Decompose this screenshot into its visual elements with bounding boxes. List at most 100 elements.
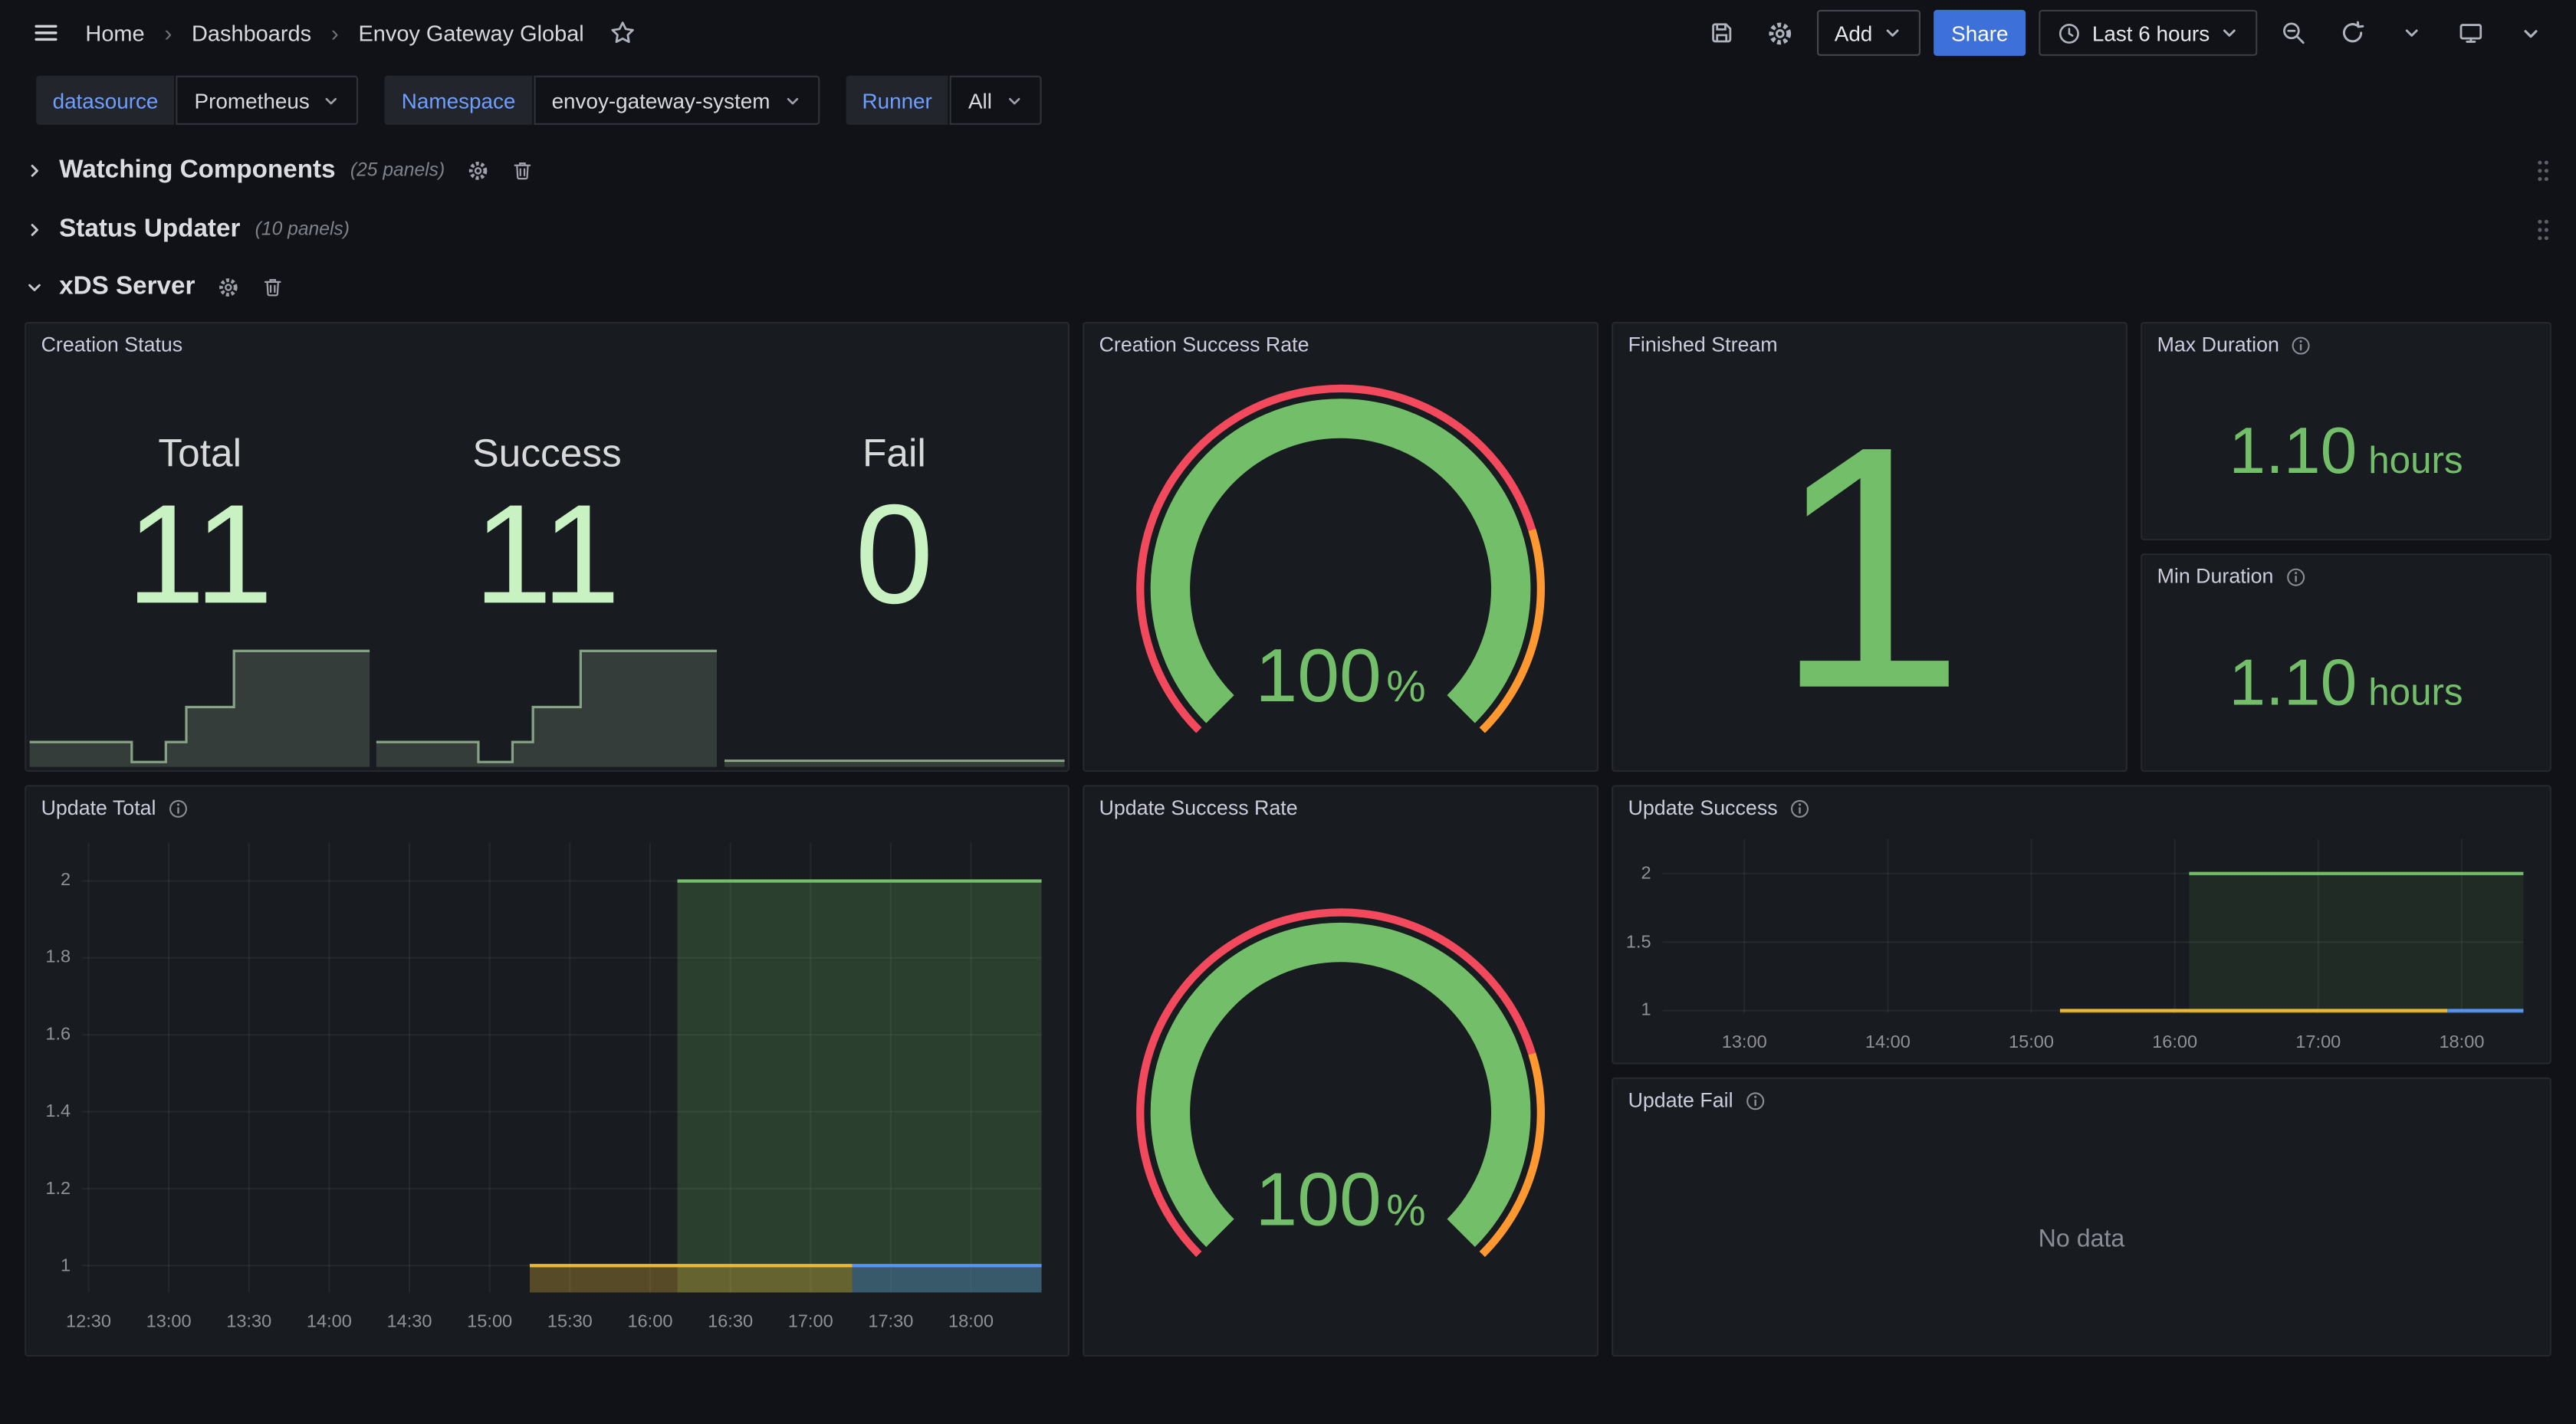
gauge-unit: % <box>1386 662 1425 711</box>
panel-info-button[interactable] <box>1789 797 1811 819</box>
menu-toggle-button[interactable] <box>23 10 69 56</box>
panel-min-duration: Min Duration 1.10 hours <box>2141 553 2551 772</box>
stat-value: 0 <box>721 484 1068 625</box>
x-axis-tick: 16:00 <box>2134 1033 2216 1053</box>
x-axis-tick: 17:30 <box>849 1312 932 1332</box>
trash-icon <box>261 276 284 299</box>
stat-total[interactable]: Total 11 <box>26 366 373 770</box>
x-axis-tick: 15:30 <box>529 1312 611 1332</box>
gear-icon <box>1766 19 1794 47</box>
panel-info-button[interactable] <box>2285 566 2306 587</box>
gauge-value: 100% <box>1104 631 1577 720</box>
info-icon <box>2285 566 2306 587</box>
panel-max-duration: Max Duration 1.10 hours <box>2141 322 2551 540</box>
panel-header[interactable]: Update Fail <box>1613 1079 2549 1122</box>
favorite-star-button[interactable] <box>600 10 646 56</box>
stat-success[interactable]: Success 11 <box>373 366 721 770</box>
duration-number: 1.10 <box>2229 415 2357 489</box>
row-drag-handle[interactable] <box>2535 217 2551 243</box>
variables-bar: datasource Prometheus Namespace envoy-ga… <box>36 76 1041 125</box>
panel-title: Finished Stream <box>1628 333 1778 356</box>
row-watching-components[interactable]: Watching Components (25 panels) <box>25 148 2551 194</box>
row-settings-button[interactable] <box>216 276 239 299</box>
variable-namespace-value[interactable]: envoy-gateway-system <box>534 76 820 125</box>
row-settings-button[interactable] <box>466 159 489 182</box>
gauge-number: 100 <box>1255 1157 1381 1242</box>
chevron-down-icon <box>1882 23 1902 43</box>
y-axis-tick: 1 <box>1613 1001 1651 1021</box>
row-drag-handle[interactable] <box>2535 158 2551 184</box>
info-icon <box>1789 797 1811 819</box>
panel-info-button[interactable] <box>1745 1090 1766 1111</box>
panel-title: Update Success Rate <box>1099 796 1298 819</box>
zoom-out-time-button[interactable] <box>2270 10 2316 56</box>
panel-header[interactable]: Creation Status <box>26 323 1068 366</box>
variable-namespace-label[interactable]: Namespace <box>385 76 532 125</box>
panel-info-button[interactable] <box>2291 334 2312 356</box>
refresh-interval-dropdown[interactable] <box>2389 10 2435 56</box>
top-nav: Home › Dashboards › Envoy Gateway Global… <box>0 0 2576 66</box>
grafana-dashboard: Home › Dashboards › Envoy Gateway Global… <box>0 0 2576 1424</box>
row-delete-button[interactable] <box>511 159 534 182</box>
hamburger-icon <box>33 20 59 46</box>
panel-update-fail: Update Fail No data <box>1612 1078 2551 1357</box>
panel-info-button[interactable] <box>168 797 189 819</box>
row-panel-count: (10 panels) <box>255 220 350 240</box>
fail-sparkline <box>724 642 1064 767</box>
row-panel-count: (25 panels) <box>350 161 445 181</box>
x-axis-tick: 16:30 <box>689 1312 771 1332</box>
panel-header[interactable]: Update Success <box>1613 786 2549 829</box>
variable-datasource-value[interactable]: Prometheus <box>176 76 359 125</box>
panel-header[interactable]: Creation Success Rate <box>1084 323 1597 366</box>
time-range-picker[interactable]: Last 6 hours <box>2039 10 2257 56</box>
row-delete-button[interactable] <box>261 276 284 299</box>
add-button-label: Add <box>1835 21 1873 45</box>
variable-runner-label[interactable]: Runner <box>846 76 948 125</box>
panel-update-success-rate: Update Success Rate 100% <box>1083 785 1598 1357</box>
variable-runner-value[interactable]: All <box>950 76 1041 125</box>
update-success-chart[interactable]: 11.5213:0014:0015:0016:0017:0018:00 <box>1613 829 2549 1062</box>
finished-stream-value: 1 <box>1613 366 2126 770</box>
share-button[interactable]: Share <box>1934 10 2027 56</box>
toolbar-collapse-button[interactable] <box>2507 10 2553 56</box>
x-axis-tick: 14:30 <box>368 1312 450 1332</box>
panel-header[interactable]: Finished Stream <box>1613 323 2126 366</box>
panel-title: Max Duration <box>2157 333 2279 356</box>
chevron-right-icon <box>25 220 44 240</box>
panel-header[interactable]: Min Duration <box>2142 555 2549 598</box>
gauge[interactable]: 100% <box>1084 366 1597 770</box>
panel-title: Creation Success Rate <box>1099 333 1309 356</box>
stat-fail[interactable]: Fail 0 <box>721 366 1068 770</box>
variable-runner: Runner All <box>846 76 1041 125</box>
row-status-updater[interactable]: Status Updater (10 panels) <box>25 207 2551 253</box>
x-axis-tick: 16:00 <box>609 1312 691 1332</box>
dashboard-settings-button[interactable] <box>1757 10 1803 56</box>
panel-title: Update Success <box>1628 796 1778 819</box>
breadcrumb-home[interactable]: Home <box>85 21 144 45</box>
y-axis-tick: 1 <box>26 1255 71 1275</box>
star-icon <box>610 20 636 46</box>
breadcrumb-dashboard-title[interactable]: Envoy Gateway Global <box>358 21 583 45</box>
row-title: xDS Server <box>59 273 195 303</box>
update-total-chart[interactable]: 11.21.41.61.8212:3013:0013:3014:0014:301… <box>26 829 1068 1355</box>
duration-number: 1.10 <box>2229 647 2357 720</box>
row-title: Status Updater <box>59 215 240 245</box>
row-xds-server[interactable]: xDS Server <box>25 264 2551 310</box>
gauge-unit: % <box>1386 1186 1425 1235</box>
add-button[interactable]: Add <box>1816 10 1920 56</box>
x-axis-tick: 13:00 <box>1704 1033 1786 1053</box>
panel-header[interactable]: Max Duration <box>2142 323 2549 366</box>
breadcrumb-dashboards[interactable]: Dashboards <box>192 21 311 45</box>
tv-mode-button[interactable] <box>2448 10 2494 56</box>
trash-icon <box>511 159 534 182</box>
panel-update-success: Update Success 11.5213:0014:0015:0016:00… <box>1612 785 2551 1064</box>
panel-header[interactable]: Update Success Rate <box>1084 786 1597 829</box>
success-sparkline <box>376 642 717 767</box>
refresh-button[interactable] <box>2330 10 2376 56</box>
panel-header[interactable]: Update Total <box>26 786 1068 829</box>
variable-datasource-label[interactable]: datasource <box>36 76 175 125</box>
save-dashboard-button[interactable] <box>1698 10 1744 56</box>
variable-datasource: datasource Prometheus <box>36 76 359 125</box>
panel-update-total: Update Total 11.21.41.61.8212:3013:0013:… <box>25 785 1070 1357</box>
gauge[interactable]: 100% <box>1084 829 1597 1355</box>
